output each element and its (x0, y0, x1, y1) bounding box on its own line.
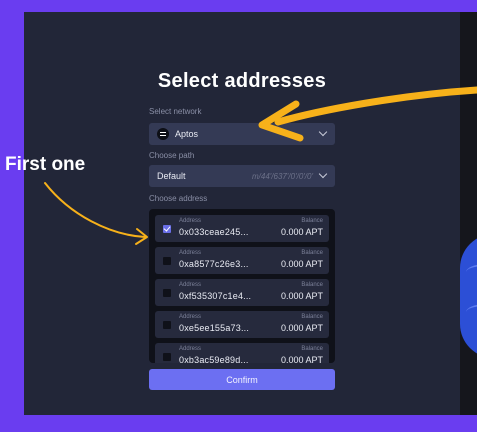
annotation-arrows (44, 86, 477, 245)
arrow-to-network-icon (274, 86, 477, 126)
arrow-to-first-address-icon (44, 182, 146, 238)
